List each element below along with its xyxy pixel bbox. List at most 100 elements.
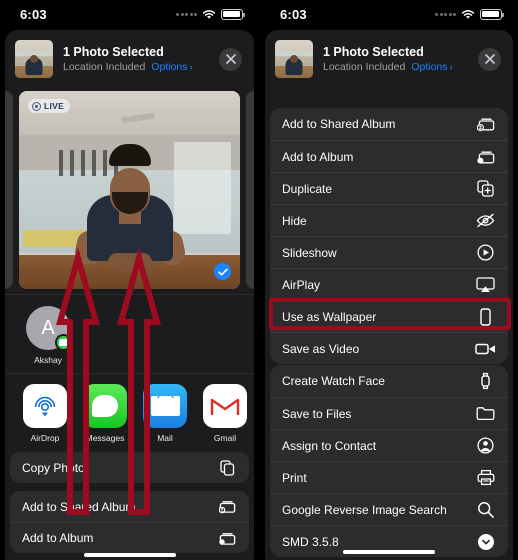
menu-create-watch-face[interactable]: Create Watch Face [270,365,508,397]
app-label: Gmail [213,433,237,443]
action-add-to-shared-album[interactable]: Add to Shared Album [10,491,249,522]
mail-icon [143,384,187,428]
left-action-group-1: Copy Photo [10,452,249,483]
action-label: Copy Photo [22,460,85,475]
menu-save-as-video[interactable]: Save as Video [270,332,508,364]
avatar: A [26,306,72,351]
home-indicator-right [343,550,435,554]
battery-icon [480,8,505,20]
share-sheet-left: 1 Photo Selected Location Included Optio… [5,30,254,560]
app-suggestions-row: AirDrop Messages Mail Gmail [5,374,254,444]
home-indicator-left [83,553,176,557]
status-bar-right: 6:03 [260,0,518,28]
menu-add-to-shared-album[interactable]: Add to Shared Album [270,108,508,140]
menu-label: Duplicate [282,181,333,196]
screenshot-stage: 6:03 1 Photo Selected Location Included [0,0,518,560]
status-time: 6:03 [280,6,307,22]
app-label: AirDrop [30,433,60,443]
share-sheet-header-right: 1 Photo Selected Location Included Optio… [265,30,513,89]
album-icon [475,146,496,167]
app-messages[interactable]: Messages [79,384,131,443]
chevron-right-icon: › [449,61,453,73]
battery-icon [221,8,246,20]
live-label: LIVE [44,101,65,111]
prev-photo-card[interactable] [5,91,13,289]
options-link[interactable]: Options [151,61,187,73]
status-indicators [435,8,505,20]
menu-add-to-album[interactable]: Add to Album [270,140,508,172]
airplay-icon [475,274,496,295]
menu-label: Add to Album [282,149,354,164]
avatar-initial: A [41,316,55,339]
close-icon [225,54,236,64]
person-name: Akshay [34,355,62,365]
share-title: 1 Photo Selected [63,45,164,59]
live-photo-icon [32,101,41,111]
live-photo-badge[interactable]: LIVE [28,99,71,113]
shared-album-icon [217,497,237,517]
photo-thumbnail [275,40,313,78]
printer-icon [475,467,496,488]
action-add-to-album[interactable]: Add to Album [10,522,249,553]
menu-label: Google Reverse Image Search [282,502,447,517]
close-button[interactable] [219,47,242,71]
menu-use-as-wallpaper[interactable]: Use as Wallpaper [270,300,508,332]
close-button[interactable] [478,47,501,71]
checkmark-circle-icon[interactable] [214,263,231,280]
share-sheet-header-left: 1 Photo Selected Location Included Optio… [5,30,254,89]
photo-preview-row: LIVE [5,89,254,294]
menu-airplay[interactable]: AirPlay [270,268,508,300]
search-icon [475,499,496,520]
menu-slideshow[interactable]: Slideshow [270,236,508,268]
menu-print[interactable]: Print [270,461,508,493]
cellular-dots-icon [435,12,456,16]
video-camera-icon [475,338,496,359]
share-header-text: 1 Photo Selected Location Included Optio… [63,45,209,73]
menu-label: AirPlay [282,277,321,292]
contact-icon [475,435,496,456]
hide-eye-icon [475,210,496,231]
options-link[interactable]: Options [411,61,447,73]
duplicate-icon [475,178,496,199]
menu-label: Save as Video [282,341,360,356]
wallpaper-icon [475,306,496,327]
location-included-label: Location Included [63,61,146,73]
menu-label: Use as Wallpaper [282,309,377,324]
right-phone-panel: 6:03 1 Photo Selected Location Included [259,0,518,560]
menu-label: Slideshow [282,245,337,260]
next-photo-card[interactable] [246,91,254,289]
app-airdrop[interactable]: AirDrop [19,384,71,443]
selected-photo[interactable]: LIVE [19,91,240,289]
menu-save-to-files[interactable]: Save to Files [270,397,508,429]
menu-duplicate[interactable]: Duplicate [270,172,508,204]
app-mail[interactable]: Mail [139,384,191,443]
share-sheet-right: 1 Photo Selected Location Included Optio… [265,30,513,560]
share-header-text: 1 Photo Selected Location Included Optio… [323,45,468,73]
person-akshay[interactable]: A Akshay [19,306,77,365]
menu-label: Print [282,470,307,485]
menu-google-reverse-image-search[interactable]: Google Reverse Image Search [270,493,508,525]
menu-label: Assign to Contact [282,438,377,453]
menu-assign-to-contact[interactable]: Assign to Contact [270,429,508,461]
app-label: Messages [85,433,125,443]
left-phone-panel: 6:03 1 Photo Selected Location Included [0,0,259,560]
share-subtitle-row: Location Included Options › [63,61,209,73]
action-label: Add to Album [22,531,94,545]
wifi-icon [461,9,475,20]
app-gmail[interactable]: Gmail [199,384,251,443]
action-menu-group-2: Create Watch Face Save to Files Assign t… [270,365,508,557]
airdrop-icon [23,384,67,428]
chevron-down-circle-icon [475,531,496,552]
share-subtitle-row: Location Included Options › [323,61,468,73]
menu-label: Add to Shared Album [282,117,396,131]
menu-hide[interactable]: Hide [270,204,508,236]
action-copy-photo[interactable]: Copy Photo [10,452,249,483]
menu-label: Hide [282,213,307,228]
status-time: 6:03 [20,6,47,22]
shared-album-icon [475,114,496,135]
gmail-icon [203,384,247,428]
left-action-group-2: Add to Shared Album Add to Album [10,491,249,553]
close-icon [484,54,495,64]
folder-icon [475,403,496,424]
people-suggestions-row: A Akshay [5,295,254,373]
